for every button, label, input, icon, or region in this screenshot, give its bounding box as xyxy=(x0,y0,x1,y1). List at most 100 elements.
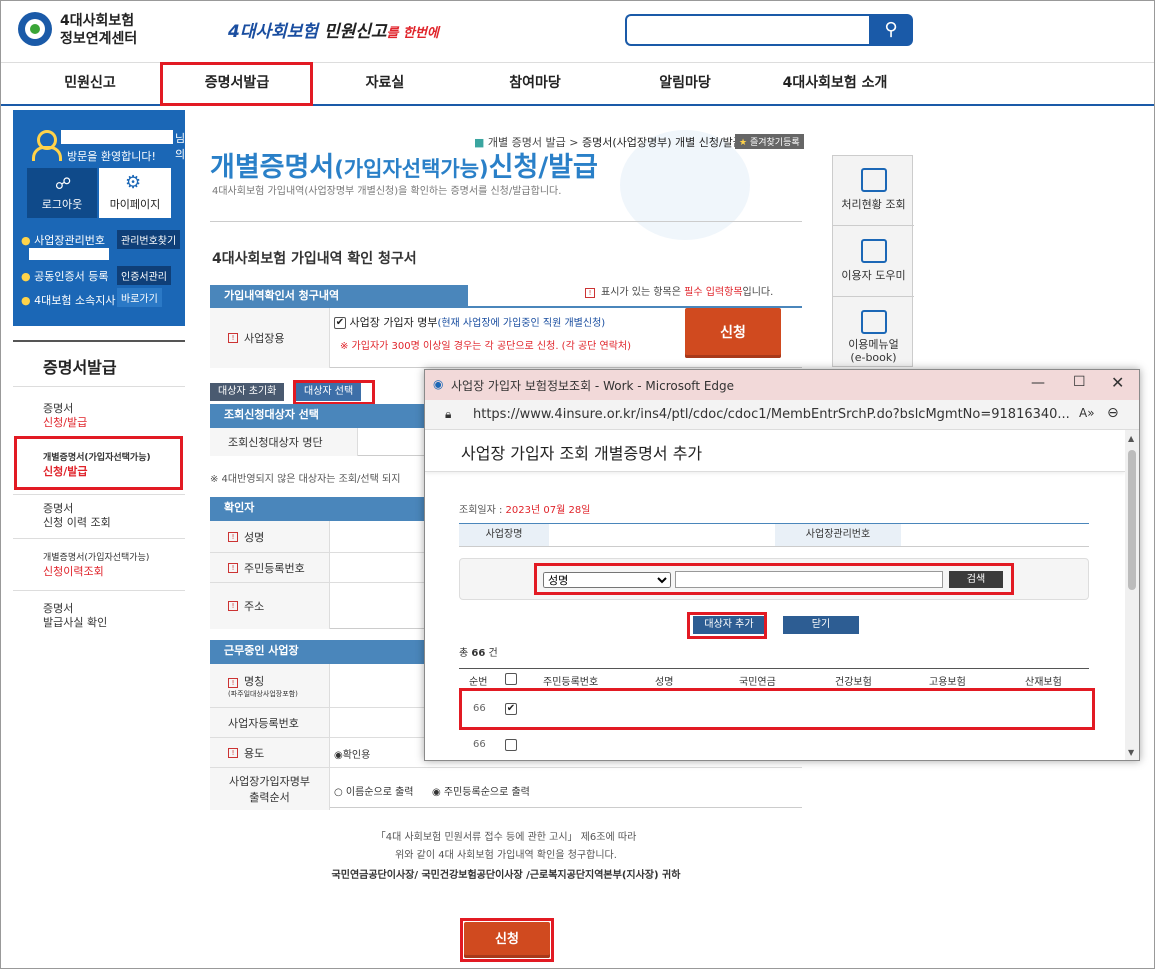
favorite-button[interactable]: ★ 즐겨찾기등록 xyxy=(735,134,804,149)
col-name: 성명 xyxy=(655,677,674,688)
required-mark-icon: ! xyxy=(228,601,238,611)
lnb-item-cert-apply[interactable]: 증명서 신청/발급 xyxy=(43,402,87,430)
row-name-text: 성명 xyxy=(244,530,265,544)
query-date-label: 조회일자 : xyxy=(459,505,506,516)
lnb-item-l1: 개별증명서(가입자선택가능) xyxy=(43,553,150,563)
lnb-item-l1: 증명서 xyxy=(43,502,74,515)
option-business-checkbox[interactable]: ✔ xyxy=(334,317,346,329)
quick-manual-label: 이용메뉴얼 xyxy=(848,338,899,351)
read-aloud-icon[interactable]: A» xyxy=(1079,406,1095,420)
mypage-button[interactable]: ⚙ 마이페이지 xyxy=(99,168,171,218)
required-note: ! 표시가 있는 항목은 필수 입력항목입니다. xyxy=(585,283,773,298)
header-slogan: 4대사회보험 민원신고를 한번에 xyxy=(228,17,439,42)
gnb-item-notice[interactable]: 알림마당 xyxy=(625,63,745,105)
row-bizname-sub: (파주일대상사업장포함) xyxy=(228,689,298,698)
cert-mgmt-button[interactable]: 인증서관리 xyxy=(117,266,171,285)
option-business-desc: (현재 사업장에 가입중인 직원 개별신청) xyxy=(437,318,606,329)
highlight-gnb-certificate xyxy=(160,62,313,106)
apply-button-top[interactable]: 신청 xyxy=(685,308,781,358)
highlight-search xyxy=(534,563,1014,595)
order-radio-rrn[interactable]: ◉ 주민등록순으로 출력 xyxy=(432,783,530,798)
search-icon[interactable]: ⚲ xyxy=(869,14,913,46)
popup-url[interactable]: https://www.4insure.or.kr/ins4/ptl/cdoc/… xyxy=(473,407,1070,422)
gnb-item-library[interactable]: 자료실 xyxy=(325,63,445,105)
title-part-b: (가입자선택가능) xyxy=(334,157,489,181)
footer-addressee: 국민연금공단이사장/ 국민건강보험공단이사장 /근로복지공단지역본부(지사장) … xyxy=(331,870,681,881)
gnb-item-about[interactable]: 4대사회보험 소개 xyxy=(765,63,905,105)
popup-table-line xyxy=(459,668,1089,669)
reset-target-button[interactable]: 대상자 초기화 xyxy=(210,383,285,401)
branch-go-button[interactable]: 바로가기 xyxy=(117,288,162,307)
order-option2-label: 주민등록순으로 출력 xyxy=(443,787,530,798)
user-icon xyxy=(31,130,62,161)
title-part-c: 신청/발급 xyxy=(488,152,598,183)
favorite-label: 즐겨찾기등록 xyxy=(749,138,800,148)
row-order-l1: 사업장가입자명부 xyxy=(229,775,310,788)
scroll-down-icon[interactable]: ▼ xyxy=(1128,748,1134,757)
required-mark-icon: ! xyxy=(228,562,238,573)
popup-result-header: 순번 주민등록번호 성명 국민연금 건강보험 고용보험 산재보험 xyxy=(459,673,1089,688)
popup-close-button[interactable]: 닫기 xyxy=(783,616,859,634)
order-radio-name[interactable]: ○ 이름순으로 출력 xyxy=(334,783,414,798)
row-order-l2: 출력순서 xyxy=(249,791,290,804)
quick-status[interactable]: 처리현황 조회 xyxy=(833,156,914,226)
required-mark-icon: ! xyxy=(228,333,238,343)
zoom-icon[interactable]: ⊖ xyxy=(1107,405,1119,421)
tab-request-details: 가입내역확인서 청구내역 xyxy=(210,285,468,307)
row-use-label: ! 용도 xyxy=(210,738,330,767)
footer-notice-1: 「4대 사회보험 민원서류 접수 등에 관한 고시」 제6조에 따라 xyxy=(375,832,637,843)
lnb-divider xyxy=(13,538,185,539)
popup-scroll-thumb[interactable] xyxy=(1128,450,1136,590)
query-date-value: 2023년 07월 28일 xyxy=(505,505,591,516)
logout-button[interactable]: ☍ 로그아웃 xyxy=(27,168,97,218)
use-radio[interactable]: ◉확인용 xyxy=(334,746,370,761)
lnb-item-individual-history[interactable]: 개별증명서(가입자선택가능) 신청이력조회 xyxy=(43,552,149,578)
maximize-icon[interactable]: ☐ xyxy=(1073,374,1086,390)
site-logo-text[interactable]: 4대사회보험 정보연계센터 xyxy=(60,12,137,48)
highlight-apply-bottom xyxy=(460,918,554,962)
cert-reg-link[interactable]: ● 공동인증서 등록 xyxy=(21,268,108,284)
close-window-icon[interactable]: ✕ xyxy=(1111,373,1124,392)
quick-manual[interactable]: 이용메뉴얼 (e-book) xyxy=(833,298,914,368)
scroll-up-icon[interactable]: ▲ xyxy=(1128,434,1134,443)
gnb-item-participation[interactable]: 참여마당 xyxy=(475,63,595,105)
lnb-item-l2: 신청/발급 xyxy=(43,416,88,429)
option-business-list[interactable]: ✔ 사업장 가입자 명부(현재 사업장에 가입중인 직원 개별신청) xyxy=(334,314,605,330)
total-unit: 건 xyxy=(485,648,498,659)
logo-line2: 정보연계센터 xyxy=(60,31,138,47)
header-search-input[interactable] xyxy=(625,14,870,46)
login-box: 님의 방문을 환영합니다! ☍ 로그아웃 ⚙ 마이페이지 ● 사업장관리번호 관… xyxy=(13,110,185,326)
row-addr-label: ! 주소 xyxy=(210,583,330,629)
warning-300: ※ 가입자가 300명 이상일 경우는 각 공단으로 신청. (각 공단 연락처… xyxy=(340,341,632,352)
lnb-item-issue-verify[interactable]: 증명서 발급사실 확인 xyxy=(43,602,107,630)
welcome-text: 방문을 환영합니다! xyxy=(67,150,156,163)
popup-table-line xyxy=(459,546,1089,547)
lnb-divider xyxy=(13,494,185,495)
row-checkbox[interactable] xyxy=(505,739,517,751)
gnb-item-civil[interactable]: 민원신고 xyxy=(30,63,150,105)
lnb-divider xyxy=(13,386,185,387)
mgmt-find-button[interactable]: 관리번호찾기 xyxy=(117,230,181,249)
branch-label: ● 4대보험 소속지사 xyxy=(21,294,116,307)
highlight-selected-row xyxy=(459,688,1095,730)
lnb-item-l1: 증명서 xyxy=(43,402,74,415)
row-rrn-text: 주민등록번호 xyxy=(244,561,305,575)
quick-manual-sub: (e-book) xyxy=(850,351,897,364)
row-addr-text: 주소 xyxy=(244,600,265,613)
popup-window-title: 사업장 가입자 보험정보조회 - Work - Microsoft Edge xyxy=(451,379,735,393)
popup-titlebar[interactable]: ◉ 사업장 가입자 보험정보조회 - Work - Microsoft Edge… xyxy=(425,370,1139,400)
select-all-checkbox[interactable] xyxy=(505,673,517,685)
greeting-suffix: 님의 xyxy=(175,132,186,161)
masked-mgmt-no xyxy=(29,248,109,260)
minimize-icon[interactable]: — xyxy=(1031,375,1045,391)
quick-helper[interactable]: 이용자 도우미 xyxy=(833,227,914,297)
masked-username xyxy=(61,130,173,144)
row-bizname-label: ! 명칭 (파주일대상사업장포함) xyxy=(210,664,330,707)
site-logo-icon[interactable] xyxy=(18,12,52,46)
quick-helper-label: 이용자 도우미 xyxy=(841,269,906,282)
popup-table-line xyxy=(459,523,1089,524)
lnb-item-cert-history[interactable]: 증명서 신청 이력 조회 xyxy=(43,502,111,530)
table-row[interactable]: 66 xyxy=(459,736,1089,756)
req-note-b: 필수 입력항목 xyxy=(684,287,743,298)
breadcrumb-current: 증명서(사업장명부) 개별 신청/발급 xyxy=(581,136,743,149)
